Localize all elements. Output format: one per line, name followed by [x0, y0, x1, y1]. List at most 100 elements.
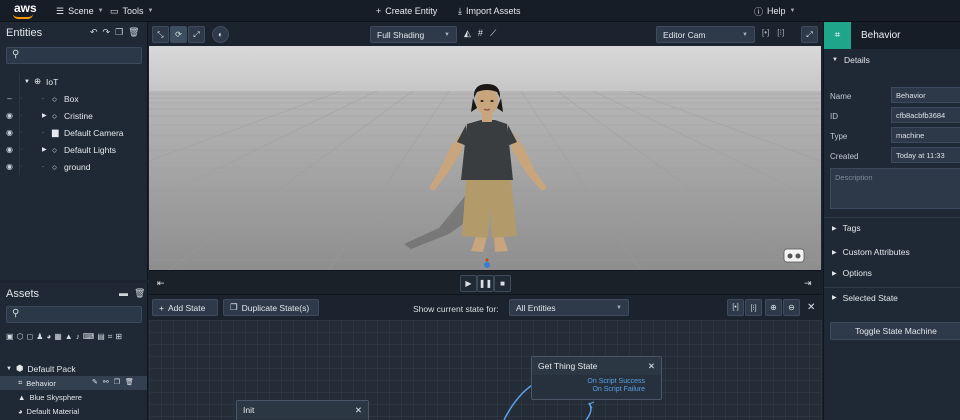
focus-all-icon[interactable]: [⁝]	[777, 28, 784, 37]
close-icon[interactable]: ✕	[648, 361, 655, 372]
duplicate-icon: ❐	[230, 302, 238, 312]
duplicate-icon[interactable]: ❐	[115, 27, 123, 38]
folder-icon[interactable]: ▬	[119, 288, 128, 299]
add-state-button[interactable]: + Add State	[152, 299, 218, 316]
name-field[interactable]: Behavior	[891, 87, 960, 103]
asset-item-material[interactable]: ◕ Default Material	[0, 404, 147, 418]
asset-item-skysphere[interactable]: ▲ Blue Skysphere	[0, 390, 147, 404]
asset-pack-row[interactable]: ▼ ⬢ Default Pack	[0, 361, 147, 376]
filter-script-icon[interactable]: ⌨	[83, 332, 95, 342]
create-entity-button[interactable]: + Create Entity	[376, 0, 437, 22]
toggle-state-machine-button[interactable]: Toggle State Machine	[830, 322, 960, 340]
tree-item-default-lights[interactable]: ◉ · ▶ ○ Default Lights	[0, 141, 147, 158]
section-options[interactable]: ▶ Options	[824, 263, 960, 283]
chevron-down-icon[interactable]: ▼	[24, 79, 34, 85]
camera-select[interactable]: Editor Cam ▼	[656, 26, 755, 43]
tools-menu[interactable]: ▭ Tools ▼	[110, 0, 153, 22]
filter-material-icon[interactable]: ◕	[46, 332, 51, 342]
chevron-right-icon[interactable]: ·	[42, 130, 52, 136]
eye-icon[interactable]: ◉	[0, 158, 20, 175]
section-details[interactable]: ▼ Details	[824, 50, 960, 70]
undo-icon[interactable]: ↶	[90, 27, 98, 38]
edit-icon[interactable]: ✎	[92, 378, 98, 386]
focus-selected-icon[interactable]: [•]	[762, 28, 769, 37]
filter-document-icon[interactable]: ▤	[97, 332, 105, 342]
eye-icon[interactable]: ◉	[0, 107, 20, 124]
close-icon[interactable]: ✕	[807, 302, 815, 313]
grid-icon[interactable]: #	[478, 28, 483, 39]
collapse-left-icon[interactable]: ⇤	[157, 278, 165, 289]
filter-audio-icon[interactable]: ♪	[76, 332, 80, 342]
assets-search-input[interactable]: ⚲	[6, 306, 142, 323]
help-menu[interactable]: ⓘ Help ▼	[754, 0, 795, 22]
3d-viewport[interactable]	[149, 46, 821, 270]
section-custom-attributes[interactable]: ▶ Custom Attributes	[824, 242, 960, 262]
tree-item-iot[interactable]: ▼ ⊕ IoT	[0, 73, 147, 90]
trash-icon[interactable]: 🗑	[134, 288, 145, 299]
transition-on-failure[interactable]: On Script Failure	[532, 386, 661, 393]
rotate-tool-icon[interactable]: ⟳	[170, 26, 187, 43]
type-field[interactable]: machine	[891, 127, 960, 143]
filter-all-icon[interactable]: ▣	[6, 332, 14, 342]
tree-item-cristine[interactable]: ◉ · ▶ ○ Cristine	[0, 107, 147, 124]
zoom-in-icon[interactable]: ⊕	[765, 299, 782, 316]
filter-box-icon[interactable]: ◻	[27, 332, 34, 342]
name-label: Name	[830, 92, 852, 101]
shading-select[interactable]: Full Shading ▼	[370, 26, 457, 43]
id-field[interactable]: cfb8acbfb3684	[891, 107, 960, 123]
tree-indent: ·	[20, 163, 23, 170]
close-icon[interactable]: ✕	[355, 405, 362, 416]
import-assets-button[interactable]: ⤓ Import Assets	[458, 0, 521, 22]
world-space-icon[interactable]: ◐	[212, 26, 229, 43]
description-textarea[interactable]: Description	[830, 168, 960, 209]
filter-other-icon[interactable]: ⊞	[115, 332, 122, 342]
state-node-get-thing-state[interactable]: Get Thing State ✕ On Script Success On S…	[531, 356, 662, 400]
scene-menu[interactable]: ☰ Scene ▼	[56, 0, 104, 22]
tree-item-box[interactable]: – · · ○ Box	[0, 90, 147, 107]
created-field[interactable]: Today at 11:33	[891, 147, 960, 163]
fullscreen-icon[interactable]: ⤢	[801, 26, 818, 43]
trash-icon[interactable]: 🗑	[128, 27, 139, 38]
state-machine-canvas[interactable]: Get Thing State ✕ On Script Success On S…	[149, 320, 822, 420]
visibility-toggle-icon[interactable]: –	[0, 90, 20, 107]
tree-item-ground[interactable]: ◉ · · ○ ground	[0, 158, 147, 175]
entities-search-input[interactable]: ⚲	[6, 47, 142, 64]
tree-item-default-camera[interactable]: ◉ · · ▆ Default Camera	[0, 124, 147, 141]
filter-behavior-icon[interactable]: ⌗	[108, 332, 113, 342]
entity-filter-select[interactable]: All Entities ▼	[509, 299, 629, 316]
filter-animation-icon[interactable]: ♟	[36, 332, 43, 342]
move-tool-icon[interactable]: ⤡	[152, 26, 169, 43]
stop-button[interactable]: ■	[494, 275, 511, 292]
chevron-right-icon[interactable]: ·	[42, 96, 52, 102]
chevron-right-icon[interactable]: ▶	[42, 112, 52, 119]
filter-texture-icon[interactable]: ▦	[54, 332, 62, 342]
eye-icon[interactable]: ◉	[0, 141, 20, 158]
frame-all-icon[interactable]: [⁝]	[745, 299, 762, 316]
collapse-arrow-icon: ▼	[6, 365, 12, 372]
lighting-icon[interactable]: ◭	[464, 28, 471, 39]
filter-skybox-icon[interactable]: ▲	[65, 332, 73, 342]
eye-icon[interactable]: ◉	[0, 124, 20, 141]
frame-selected-icon[interactable]: [•]	[727, 299, 744, 316]
section-selected-state[interactable]: ▶ Selected State	[824, 287, 960, 307]
scale-tool-icon[interactable]: ⤢	[188, 26, 205, 43]
link-icon[interactable]: ⚯	[103, 378, 109, 386]
trash-icon[interactable]: 🗑	[125, 378, 134, 386]
zoom-out-icon[interactable]: ⊖	[783, 299, 800, 316]
section-tags[interactable]: ▶ Tags	[824, 218, 960, 238]
toolbox-icon: ▭	[110, 5, 119, 16]
collapse-right-icon[interactable]: ⇥	[804, 278, 812, 289]
transition-on-success[interactable]: On Script Success	[532, 378, 661, 385]
duplicate-states-button[interactable]: ❐ Duplicate State(s)	[223, 299, 319, 316]
chevron-right-icon[interactable]: ·	[42, 164, 52, 170]
asset-item-behavior[interactable]: ⌗ Behavior ✎ ⚯ ❐ 🗑	[0, 376, 147, 390]
chevron-right-icon[interactable]: ▶	[42, 146, 52, 153]
state-node-init[interactable]: Init ✕	[236, 400, 369, 420]
visibility-toggle-icon[interactable]	[0, 73, 20, 90]
redo-icon[interactable]: ↷	[103, 27, 111, 38]
wand-icon[interactable]: ⟋	[490, 28, 496, 39]
play-button[interactable]: ▶	[460, 275, 477, 292]
filter-mesh-icon[interactable]: ⬡	[17, 332, 24, 342]
pause-button[interactable]: ❚❚	[477, 275, 494, 292]
duplicate-icon[interactable]: ❐	[114, 378, 120, 386]
